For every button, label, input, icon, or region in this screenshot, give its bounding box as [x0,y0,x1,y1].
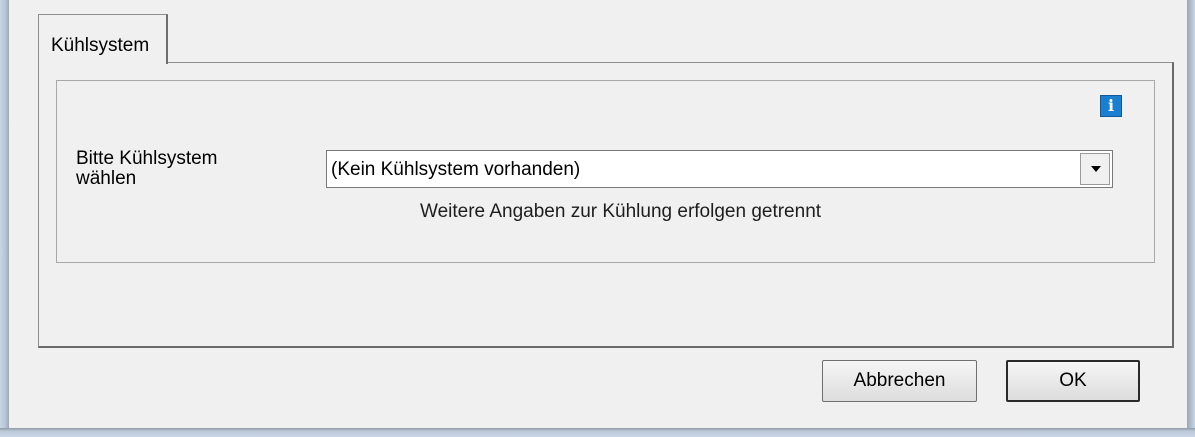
window-frame-right [1187,0,1195,437]
dropdown-button[interactable] [1080,153,1110,185]
ok-button[interactable]: OK [1006,360,1140,402]
cooling-system-label: Bitte Kühlsystem wählen [76,148,218,189]
chevron-down-icon [1091,166,1101,172]
tab-label: Kühlsystem [51,35,150,56]
tab-kuehlsystem[interactable]: Kühlsystem [38,14,168,64]
info-icon[interactable]: i [1100,95,1122,117]
cancel-button[interactable]: Abbrechen [822,360,977,402]
cooling-hint-text: Weitere Angaben zur Kühlung erfolgen get… [420,201,822,222]
window-frame-bottom [0,428,1195,437]
dialog-window: Kühlsystem i Bitte Kühlsystem wählen (Ke… [0,0,1195,437]
window-frame-left [0,0,9,437]
select-value: (Kein Kühlsystem vorhanden) [331,159,581,180]
cooling-system-select[interactable]: (Kein Kühlsystem vorhanden) [326,150,1113,188]
